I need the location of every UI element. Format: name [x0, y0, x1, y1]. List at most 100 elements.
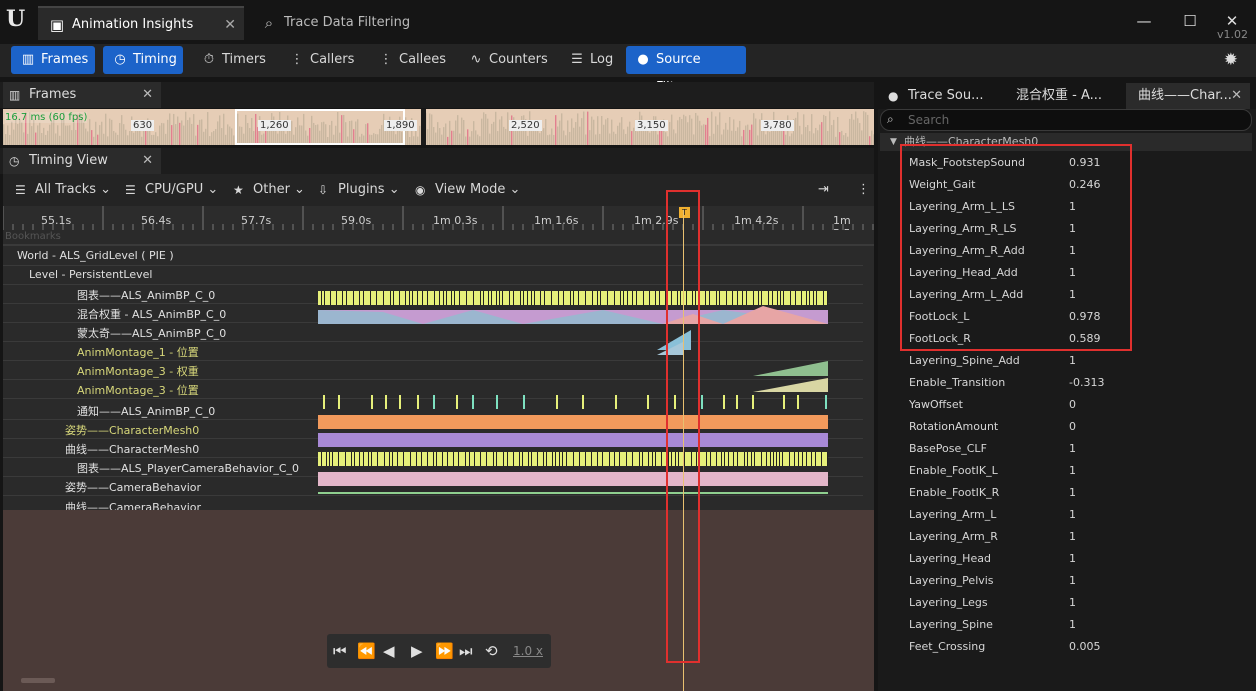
frames-graph[interactable]: 16.7 ms (60 fps) 630 1,260 1,890 2,520 3… [3, 109, 874, 145]
other-dropdown[interactable]: ★ Other ⌄ [231, 180, 305, 200]
minimize-icon[interactable]: — [1130, 8, 1158, 34]
curve-value: 0 [1069, 420, 1076, 433]
play-reverse-icon[interactable]: ◀ [383, 642, 395, 660]
frame-bar [231, 128, 233, 145]
event-tick [465, 452, 466, 466]
frame-bar [223, 113, 225, 145]
unreal-logo-icon[interactable]: U [6, 6, 32, 36]
counters-button[interactable]: ∿ Counters [459, 46, 558, 74]
plugins-dropdown[interactable]: ⇩ Plugins ⌄ [316, 180, 400, 200]
event-tick [330, 291, 331, 305]
curve-row[interactable]: Layering_Arm_L 1 [909, 504, 1249, 526]
close-icon[interactable]: ✕ [142, 148, 153, 174]
maximize-icon[interactable]: ☐ [1176, 8, 1204, 34]
curve-row[interactable]: YawOffset 0 [909, 394, 1249, 416]
curve-row[interactable]: Layering_Arm_R 1 [909, 526, 1249, 548]
curve-row[interactable]: Enable_Transition -0.313 [909, 372, 1249, 394]
frame-bar [801, 134, 803, 145]
frame-bar [169, 113, 171, 145]
frame-bar [467, 129, 469, 145]
timers-button[interactable]: ⏱ Timers [192, 46, 276, 74]
event-tick [555, 452, 556, 466]
callees-button[interactable]: ⋮ Callees [369, 46, 456, 74]
tab-curves[interactable]: 曲线——Char... ✕ [1126, 83, 1250, 109]
frame-bar [825, 116, 827, 145]
frames-button[interactable]: ▥ Frames [11, 46, 95, 74]
frame-bar [723, 129, 725, 145]
event-tick [346, 291, 347, 305]
close-icon[interactable]: ✕ [1231, 83, 1242, 109]
frame-bar [867, 114, 869, 145]
tab-trace-source[interactable]: ● Trace Sou... [882, 83, 1000, 109]
playback-speed[interactable]: 1.0 x [513, 644, 543, 658]
auto-scroll-icon[interactable]: ⇥ [818, 180, 829, 200]
frame-bar [603, 124, 605, 145]
skip-end-icon[interactable]: ⏭ [459, 642, 473, 660]
frame-bar [591, 116, 593, 145]
event-tick [433, 452, 434, 466]
cpu-gpu-dropdown[interactable]: ☰ CPU/GPU ⌄ [123, 180, 218, 200]
play-icon[interactable]: ▶ [411, 642, 423, 660]
frame-bar [845, 133, 847, 145]
tab-frames[interactable]: ▥ Frames ✕ [3, 82, 161, 108]
curve-row[interactable]: Layering_Head 1 [909, 548, 1249, 570]
frame-bar [75, 129, 77, 145]
notify-tick [323, 395, 325, 409]
tab-timing-view[interactable]: ◷ Timing View ✕ [3, 148, 161, 174]
frame-bar [705, 124, 707, 145]
frame-bar [43, 127, 45, 145]
frame-bar [7, 125, 9, 145]
view-mode-dropdown[interactable]: ◉ View Mode ⌄ [413, 180, 520, 200]
event-tick [329, 452, 330, 466]
frame-bar [49, 124, 51, 145]
loop-icon[interactable]: ⟲ [485, 642, 498, 660]
curve-row[interactable]: BasePose_CLF 1 [909, 438, 1249, 460]
timing-button[interactable]: ◷ Timing [103, 46, 183, 74]
frame-bar [319, 130, 321, 145]
callers-button[interactable]: ⋮ Callers [280, 46, 364, 74]
notify-tick [797, 395, 799, 409]
timing-view-title: Timing View [29, 153, 108, 168]
all-tracks-dropdown[interactable]: ☰ All Tracks ⌄ [13, 180, 111, 200]
time-ruler[interactable]: 55.1s 56.4s 57.7s 59.0s 1m 0.3s 1m 1.6s … [3, 206, 874, 240]
details-tabs: ● Trace Sou... 混合权重 - A... 曲线——Char... ✕ [878, 83, 1256, 109]
event-tick [507, 452, 508, 466]
curve-row[interactable]: Enable_FootIK_L 1 [909, 460, 1249, 482]
close-icon[interactable]: ✕ [142, 82, 153, 108]
curve-value: 1 [1069, 574, 1076, 587]
step-back-icon[interactable]: ⏪ [357, 642, 376, 660]
log-button[interactable]: ☰ Log [560, 46, 623, 74]
event-tick [602, 452, 603, 466]
more-options-icon[interactable]: ⋮ [857, 180, 870, 200]
tab-blend-weights[interactable]: 混合权重 - A... [1002, 83, 1122, 109]
frame-bar [447, 136, 449, 145]
curve-name: Layering_Legs [909, 596, 988, 609]
curve-row[interactable]: RotationAmount 0 [909, 416, 1249, 438]
tab-animation-insights[interactable]: ▣ Animation Insights ✕ [38, 6, 244, 40]
curve-row[interactable]: Layering_Pelvis 1 [909, 570, 1249, 592]
tab-trace-data-filtering[interactable]: ⌕ Trace Data Filtering [250, 6, 450, 40]
event-tick [811, 452, 812, 466]
search-input[interactable]: ⌕ Search [880, 109, 1252, 131]
plugins-label: Plugins [338, 182, 385, 197]
event-tick [632, 291, 633, 305]
curve-row[interactable]: Layering_Spine 1 [909, 614, 1249, 636]
curve-row[interactable]: Enable_FootIK_R 1 [909, 482, 1249, 504]
event-tick [661, 452, 662, 466]
skip-start-icon[interactable]: ⏮ [333, 642, 347, 660]
frame-bar [61, 119, 63, 145]
event-tick [332, 452, 333, 466]
frame-bar [149, 130, 151, 145]
curve-row[interactable]: Layering_Legs 1 [909, 592, 1249, 614]
frame-bar [683, 114, 685, 145]
step-forward-icon[interactable]: ⏩ [435, 642, 454, 660]
curve-row[interactable]: Feet_Crossing 0.005 [909, 636, 1249, 658]
curve-value: 1 [1069, 442, 1076, 455]
source-filters-button[interactable]: ●Source Filters [626, 46, 746, 95]
horizontal-scrollbar[interactable] [21, 678, 55, 683]
curve-row[interactable]: Layering_Spine_Add 1 [909, 350, 1249, 372]
frame-bar [115, 132, 117, 145]
close-icon[interactable]: ✕ [224, 8, 236, 42]
debug-icon[interactable]: ✹ [1224, 50, 1238, 70]
event-tick [562, 452, 563, 466]
